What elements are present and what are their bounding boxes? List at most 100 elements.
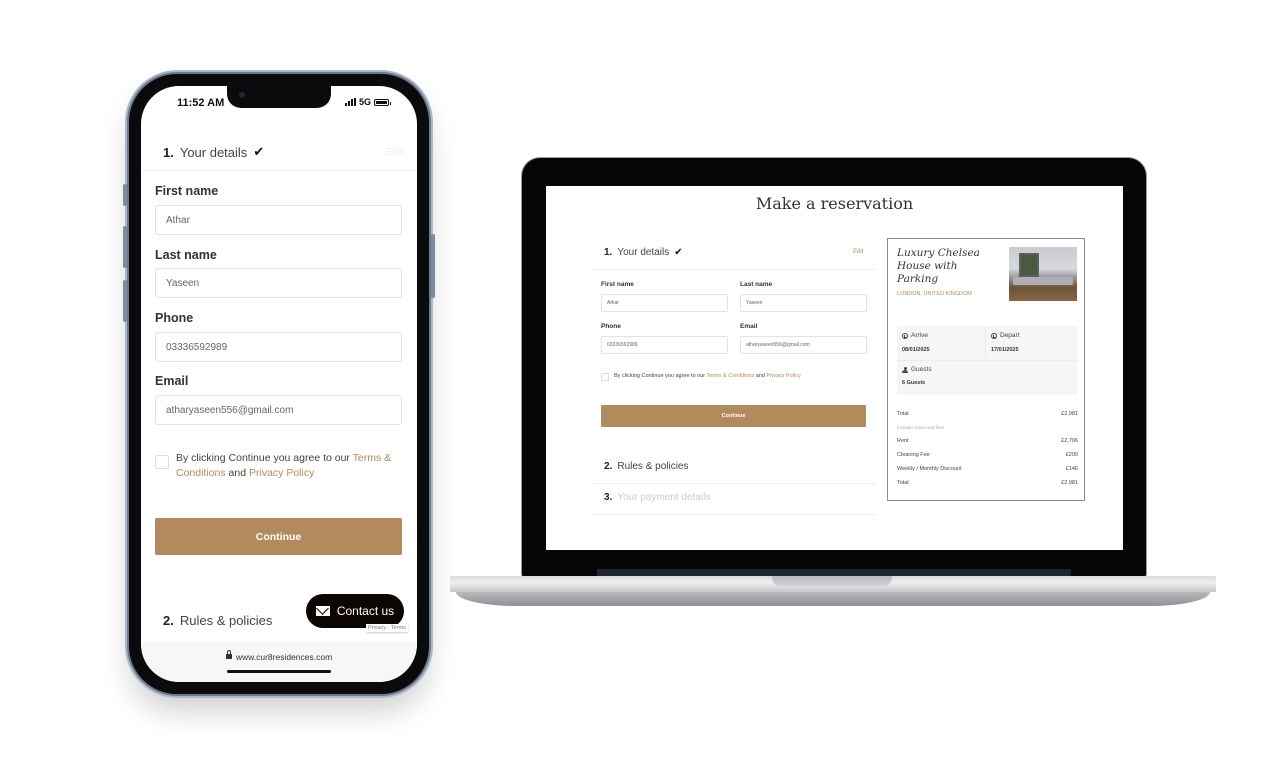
phone-mockup: 11:52 AM 5G 1. Your details ✔ Edit First…: [123, 74, 435, 694]
step-label: Your details: [617, 247, 670, 258]
divider: [141, 170, 417, 171]
price-line-value: £2,981: [1061, 480, 1078, 486]
recaptcha-badge[interactable]: Privacy - Terms: [366, 624, 408, 632]
price-line-label: Total: [897, 480, 909, 486]
terms-text: By clicking Continue you agree to our Te…: [614, 373, 801, 379]
edit-link[interactable]: Edit: [853, 249, 863, 255]
arrive-label-text: Arrive: [911, 332, 928, 339]
contact-us-button[interactable]: Contact us: [306, 594, 404, 628]
user-icon: [902, 366, 908, 373]
first-name-label: First name: [155, 184, 219, 198]
price-line-value: £200: [1065, 452, 1078, 458]
phone-input[interactable]: 03336592989: [155, 332, 402, 362]
phone-notch: [227, 86, 331, 108]
email-input[interactable]: atharyaseen556@gmail.com: [155, 395, 402, 425]
price-line: Total £2,981: [897, 480, 1078, 486]
terms-and: and: [754, 373, 767, 379]
first-name-label: First name: [601, 281, 634, 288]
step-your-details[interactable]: 1. Your details ✔: [604, 247, 683, 258]
arrive-label: Arrive: [902, 332, 928, 339]
camera-icon: [239, 92, 245, 98]
depart-date: 17/01/2025: [991, 347, 1019, 353]
page-title: Make a reservation: [755, 194, 914, 213]
email-input[interactable]: atharyaseen556@gmail.com: [740, 336, 867, 354]
battery-icon: [374, 98, 391, 106]
continue-button[interactable]: Continue: [155, 518, 402, 555]
terms-checkbox[interactable]: [155, 455, 169, 469]
status-indicators: 5G: [344, 97, 391, 107]
url-text: www.cur8residences.com: [235, 652, 333, 662]
contact-label: Contact us: [336, 604, 395, 618]
url-display: www.cur8residences.com: [141, 650, 417, 662]
depart-label: Depart: [991, 332, 1020, 339]
first-name-input[interactable]: Athar: [601, 294, 728, 312]
browser-url-bar[interactable]: www.cur8residences.com: [141, 642, 417, 682]
guests-label: Guests: [902, 366, 932, 373]
phone-input[interactable]: 03336592989: [601, 336, 728, 354]
step-number: 1.: [604, 247, 613, 258]
divider: [592, 483, 876, 484]
stay-details-box: Arrive 08/01/2025 Depart 17/01/2025 Gues…: [897, 326, 1078, 395]
step-number: 2.: [163, 613, 174, 628]
phone-volume-down-button: [123, 280, 127, 322]
continue-button[interactable]: Continue: [601, 405, 866, 427]
phone-power-button: [431, 234, 435, 298]
booking-summary-card: Luxury Chelsea House with Parking LONDON…: [887, 238, 1085, 501]
clock-icon: [902, 332, 908, 339]
step-rules-policies[interactable]: 2. Rules & policies: [163, 613, 272, 628]
property-name: Luxury Chelsea House with Parking: [897, 247, 980, 285]
step-label: Your payment details: [617, 492, 711, 503]
guests-label-text: Guests: [911, 366, 932, 373]
step-rules-policies[interactable]: 2. Rules & policies: [604, 461, 689, 472]
privacy-policy-link[interactable]: Privacy Policy: [766, 373, 800, 379]
home-indicator[interactable]: [227, 670, 331, 673]
laptop-base-bottom: [456, 592, 1210, 606]
price-line-value: £146: [1065, 466, 1078, 472]
checkmark-icon: ✔: [253, 144, 265, 159]
status-time: 11:52 AM: [177, 97, 225, 109]
property-photo: [1009, 247, 1077, 301]
checkmark-icon: ✔: [674, 247, 683, 258]
divider: [592, 269, 876, 270]
step-number: 3.: [604, 492, 613, 503]
privacy-policy-link[interactable]: Privacy Policy: [249, 467, 314, 479]
price-line: Rent £2,706: [897, 438, 1078, 444]
envelope-icon: [315, 606, 330, 616]
guests-value: 6 Guests: [902, 380, 926, 386]
last-name-label: Last name: [740, 281, 773, 288]
last-name-input[interactable]: Yaseen: [740, 294, 867, 312]
total-row: Total £2,981: [897, 411, 1078, 417]
divider: [897, 360, 1078, 361]
price-line-label: Rent: [897, 438, 909, 444]
laptop-screen: Make a reservation 1. Your details ✔ Edi…: [546, 186, 1123, 550]
phone-screen: 11:52 AM 5G 1. Your details ✔ Edit First…: [141, 86, 417, 682]
terms-text: By clicking Continue you agree to our Te…: [176, 451, 398, 481]
arrive-date: 08/01/2025: [902, 347, 930, 353]
divider: [985, 326, 986, 360]
total-label: Total: [897, 411, 909, 417]
terms-prefix: By clicking Continue you agree to our: [614, 373, 707, 379]
phone-label: Phone: [601, 323, 621, 330]
clock-icon: [991, 332, 997, 339]
step-label: Rules & policies: [179, 613, 273, 628]
price-line-label: Cleaning Fee: [897, 452, 930, 458]
total-value: £2,981: [1061, 411, 1078, 417]
email-label: Email: [740, 323, 758, 330]
taxes-note: Includes taxes and fees: [897, 425, 945, 430]
terms-conditions-link[interactable]: Terms & Conditions: [707, 373, 755, 379]
last-name-input[interactable]: Yaseen: [155, 268, 402, 298]
laptop-thumb-notch: [772, 576, 892, 586]
terms-and: and: [225, 467, 249, 479]
price-line-label: Weekly / Monthly Discount: [897, 466, 962, 472]
first-name-input[interactable]: Athar: [155, 205, 402, 235]
phone-label: Phone: [155, 311, 194, 325]
price-line: Weekly / Monthly Discount £146: [897, 466, 1078, 472]
step-your-details[interactable]: 1. Your details ✔: [163, 144, 264, 160]
edit-link[interactable]: Edit: [386, 147, 403, 158]
phone-volume-up-button: [123, 226, 127, 268]
price-line-value: £2,706: [1061, 438, 1078, 444]
depart-label-text: Depart: [1000, 332, 1020, 339]
step-number: 2.: [604, 461, 613, 472]
step-payment-details: 3. Your payment details: [604, 492, 710, 503]
terms-checkbox[interactable]: [601, 373, 609, 381]
